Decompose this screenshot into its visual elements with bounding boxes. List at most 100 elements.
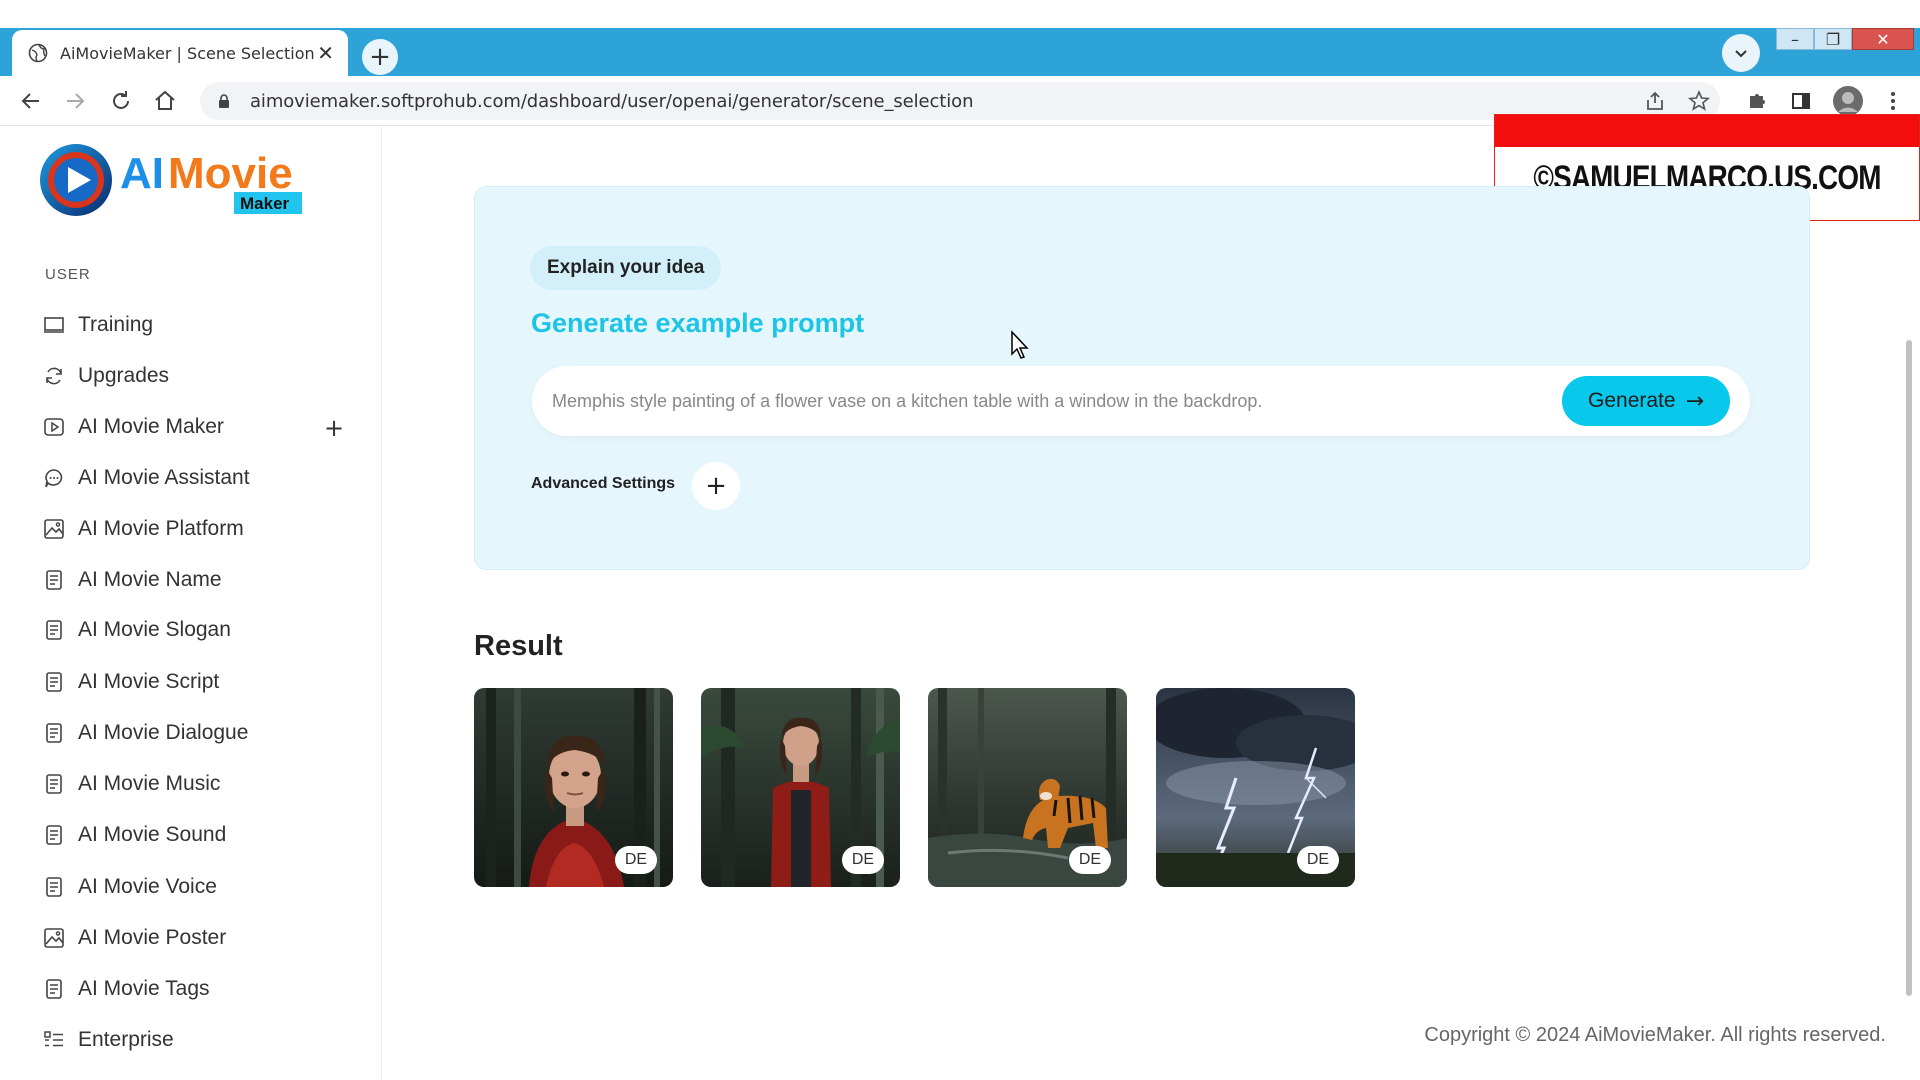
watermark-red-bar [1495,115,1919,147]
back-button[interactable] [18,88,44,114]
svg-text:AI: AI [120,149,164,198]
sidebar-item-label: AI Movie Script [78,670,220,693]
sidebar-item-ai-movie-tags[interactable]: AI Movie Tags [42,969,342,1009]
sidebar-item-ai-movie-dialogue[interactable]: AI Movie Dialogue [42,713,342,753]
document-icon [42,772,66,796]
sidebar-item-label: AI Movie Name [78,568,222,591]
tab-title: AiMovieMaker | Scene Selection [60,43,315,63]
mouse-cursor-icon [1011,330,1029,359]
advanced-settings-label: Advanced Settings [531,475,676,492]
document-icon [42,618,66,642]
arrow-left-icon [21,93,39,109]
sidebar-item-ai-movie-script[interactable]: AI Movie Script [42,662,342,702]
monitor-icon [42,313,66,337]
puzzle-icon [1750,94,1765,108]
arrow-right-icon [67,93,85,109]
sidebar-item-label: AI Movie Voice [78,875,217,898]
list-icon [42,1028,66,1052]
window-top-strip [0,0,1920,28]
avatar-icon [1833,86,1863,116]
new-tab-button[interactable]: + [362,39,398,75]
advanced-settings-toggle[interactable]: + [692,462,740,510]
share-icon [1647,91,1663,110]
sidebar-item-label: AI Movie Slogan [78,618,231,641]
sidebar-item-label: AI Movie Assistant [78,466,250,489]
document-icon [42,721,66,745]
sidebar-item-ai-movie-maker[interactable]: AI Movie Maker [42,407,342,447]
sidebar-item-label: AI Movie Platform [78,517,244,540]
home-button[interactable] [152,88,178,114]
reload-icon [113,91,129,109]
sidebar-item-label: Upgrades [78,364,170,387]
result-heading: Result [474,630,563,662]
explain-idea-chip: Explain your idea [530,246,722,290]
refresh-icon [42,364,66,388]
footer-copyright: Copyright © 2024 AiMovieMaker. All right… [1424,1024,1886,1046]
generate-example-prompt-link[interactable]: Generate example prompt [531,308,864,339]
sidebar-item-label: Training [78,313,154,336]
forward-button[interactable] [62,88,88,114]
chat-icon [42,466,66,490]
expand-ai-movie-maker-button[interactable]: + [324,414,344,442]
chevron-down-icon [1735,50,1747,58]
result-thumbnail-1[interactable]: DE [474,688,673,887]
image-icon [42,926,66,950]
browser-tab[interactable]: AiMovieMaker | Scene Selection ✕ [12,30,348,76]
logo-mark: AI Movie Maker [40,144,302,216]
sidebar-item-label: AI Movie Maker [78,415,224,438]
sidebar-item-ai-movie-music[interactable]: AI Movie Music [42,764,342,804]
tab-close-icon[interactable]: ✕ [317,43,334,63]
window-close-button[interactable]: ✕ [1852,28,1914,50]
profile-avatar[interactable] [1832,85,1864,117]
document-icon [42,875,66,899]
maximize-button[interactable]: ❐ [1814,28,1852,50]
url-field[interactable]: aimoviemaker.softprohub.com/dashboard/us… [200,82,1720,120]
sidebar-item-ai-movie-voice[interactable]: AI Movie Voice [42,867,342,907]
extensions-button[interactable] [1744,88,1770,114]
sidebar-item-label: AI Movie Tags [78,977,210,1000]
share-button[interactable] [1642,88,1668,114]
result-thumbnail-4[interactable]: DE [1156,688,1355,887]
document-icon [42,568,66,592]
minimize-button[interactable]: – [1776,28,1814,50]
side-panel-button[interactable] [1788,88,1814,114]
sidebar-item-enterprise[interactable]: Enterprise [42,1020,342,1060]
tab-bar: AiMovieMaker | Scene Selection ✕ + [0,28,1920,76]
document-icon [42,823,66,847]
arrow-right-icon: → [1685,388,1704,414]
tab-search-button[interactable] [1722,34,1760,72]
page-scrollbar[interactable] [1906,340,1912,996]
lock-icon [219,94,229,108]
sidebar-item-label: Enterprise [78,1028,174,1051]
sidebar-item-training[interactable]: Training [42,305,342,345]
sidebar-item-ai-movie-slogan[interactable]: AI Movie Slogan [42,610,342,650]
browser-menu-button[interactable] [1880,88,1906,114]
image-icon [42,517,66,541]
svg-text:Movie: Movie [168,149,293,198]
thumbnail-badge: DE [1069,846,1111,874]
url-text: aimoviemaker.softprohub.com/dashboard/us… [250,90,974,112]
generate-button[interactable]: Generate → [1562,376,1730,426]
globe-icon [28,43,48,63]
prompt-input[interactable] [552,366,1552,436]
sidebar-item-label: AI Movie Sound [78,823,227,846]
reload-button[interactable] [108,88,134,114]
thumbnail-badge: DE [615,846,657,874]
sidebar-item-ai-movie-assistant[interactable]: AI Movie Assistant [42,458,342,498]
result-thumbnail-2[interactable]: DE [701,688,900,887]
result-thumbnail-3[interactable]: DE [928,688,1127,887]
app-logo[interactable]: AI Movie Maker [38,140,308,220]
sidebar-item-ai-movie-name[interactable]: AI Movie Name [42,560,342,600]
generate-button-label: Generate [1588,389,1676,412]
thumbnail-badge: DE [1297,846,1339,874]
sidebar-item-upgrades[interactable]: Upgrades [42,356,342,396]
sidebar-item-label: AI Movie Music [78,772,221,795]
star-icon [1688,90,1710,111]
play-icon [42,415,66,439]
document-icon [42,977,66,1001]
sidebar-item-ai-movie-sound[interactable]: AI Movie Sound [42,815,342,855]
sidebar-item-ai-movie-platform[interactable]: AI Movie Platform [42,509,342,549]
bookmark-button[interactable] [1686,88,1712,114]
sidebar-item-ai-movie-poster[interactable]: AI Movie Poster [42,918,342,958]
svg-text:Maker: Maker [240,194,290,213]
